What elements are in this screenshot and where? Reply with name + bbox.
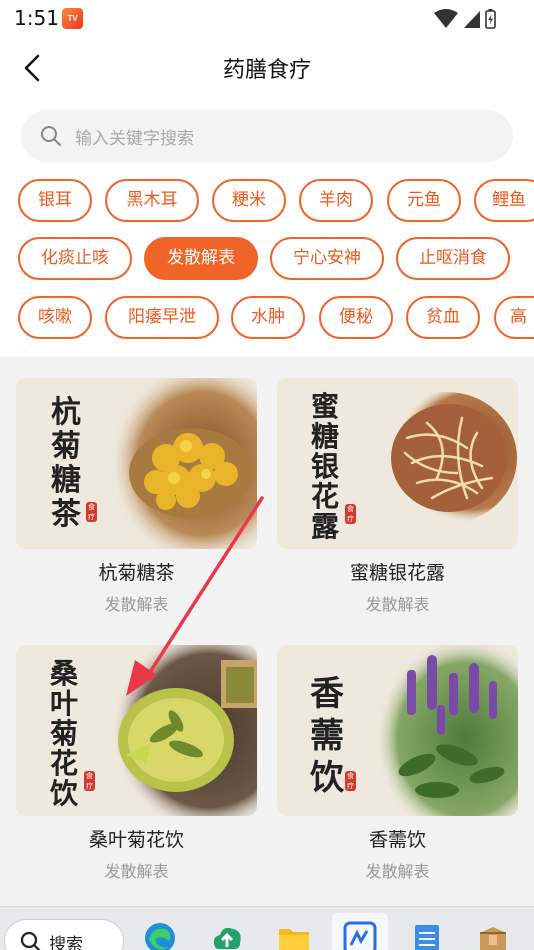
tag-ningxin-anshen[interactable]: 宁心安神 [270,237,384,280]
recipe-image: 蜜糖银花露 食疗 [277,378,518,549]
recipe-title-vertical: 蜜糖银花露 [310,390,339,543]
recipe-category: 发散解表 [365,595,430,614]
recipe-title-vertical: 香薷饮 [310,674,344,798]
recipe-name: 桑叶菊花饮 [88,829,184,851]
status-icons [434,9,496,29]
tag-kesou[interactable]: 咳嗽 [18,296,92,339]
folder-icon[interactable] [277,921,311,950]
recipe-name: 香薷饮 [368,829,426,851]
active-app-tile[interactable] [332,913,388,950]
taskbar: 搜索 [0,906,534,950]
top-panel: 1:51 TV 药膳食疗 输入关键字搜索 银耳 黑木耳 粳米 羊肉 元鱼 鲤鱼 … [0,0,534,357]
package-box-icon[interactable] [476,921,510,950]
tag-bianmi[interactable]: 便秘 [319,296,393,339]
notepad-icon[interactable] [410,921,444,950]
tag-heimuer[interactable]: 黑木耳 [105,179,199,222]
tag-row-symptoms: 咳嗽 阳痿早泄 水肿 便秘 贫血 高 [0,296,534,340]
recipe-image: 杭菊糖茶 食疗 [16,378,257,549]
tag-fasan-jiebiao[interactable]: 发散解表 [144,237,258,280]
search-placeholder: 输入关键字搜索 [75,129,194,149]
status-time: 1:51 [14,6,59,30]
tag-yangrou[interactable]: 羊肉 [299,179,373,222]
recipe-category: 发散解表 [365,862,430,881]
recipe-title-vertical: 桑叶菊花饮 [49,657,78,810]
tv-app-icon: TV [62,8,83,29]
recipe-title-vertical: 杭菊糖茶 [51,395,81,532]
recipe-image: 桑叶菊花饮 食疗 [16,645,257,816]
seal-stamp: 食疗 [345,771,356,791]
status-bar: 1:51 TV [0,0,534,36]
wifi-icon [434,9,458,28]
page-title: 药膳食疗 [222,58,311,83]
recipe-image: 香薷饮 食疗 [277,645,518,816]
whiteboard-app-icon [343,921,377,950]
edge-browser-icon[interactable] [143,921,177,950]
recipe-name: 蜜糖银花露 [349,562,445,584]
tag-pinxue[interactable]: 贫血 [406,296,480,339]
cloud-upload-icon[interactable] [210,921,244,950]
tag-huatan-zhike[interactable]: 化痰止咳 [18,237,132,280]
tag-jingmi[interactable]: 粳米 [212,179,286,222]
taskbar-search-label: 搜索 [49,935,83,950]
title-bar: 药膳食疗 [0,40,534,96]
tag-row-ingredients: 银耳 黑木耳 粳米 羊肉 元鱼 鲤鱼 [0,179,534,223]
recipe-name: 杭菊糖茶 [98,562,175,584]
tag-row-effects: 化痰止咳 发散解表 宁心安神 止呕消食 [0,237,534,281]
signal-icon [464,11,480,28]
seal-stamp: 食疗 [84,771,95,791]
search-icon [20,931,41,950]
tag-shuizhong[interactable]: 水肿 [231,296,305,339]
tag-zhiou-xiaoshi[interactable]: 止呕消食 [396,237,510,280]
battery-icon [485,9,496,29]
tag-yuanyu[interactable]: 元鱼 [387,179,461,222]
tag-yiner[interactable]: 银耳 [18,179,92,222]
recipe-category: 发散解表 [104,595,169,614]
tag-yangwei-zaoxie[interactable]: 阳痿早泄 [105,296,219,339]
tag-liyu[interactable]: 鲤鱼 [474,179,534,222]
tag-gao[interactable]: 高 [494,296,534,339]
taskbar-search-button[interactable]: 搜索 [4,919,124,950]
seal-stamp: 食疗 [86,502,97,522]
search-icon [41,126,61,146]
search-input[interactable]: 输入关键字搜索 [21,110,513,162]
recipe-category: 发散解表 [104,862,169,881]
seal-stamp: 食疗 [345,504,356,524]
